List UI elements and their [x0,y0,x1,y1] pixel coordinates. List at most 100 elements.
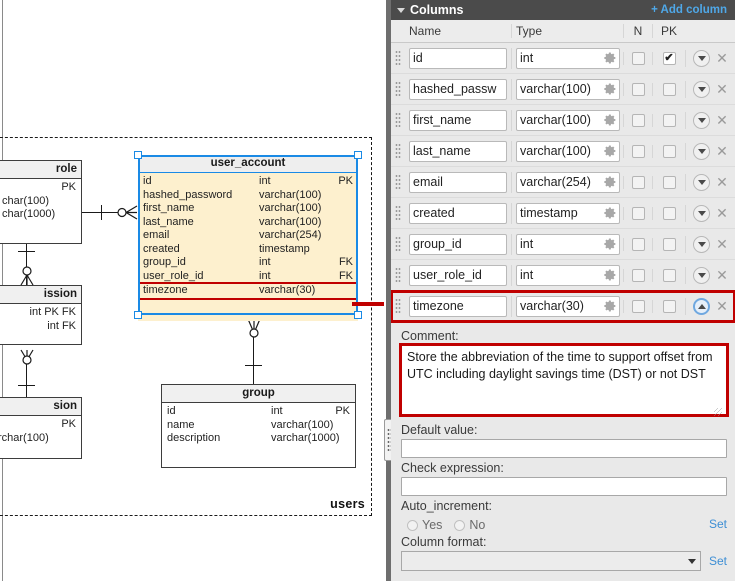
gear-icon[interactable] [604,83,617,96]
column-type-input[interactable]: varchar(100) [516,140,620,162]
column-row-first-name[interactable]: first_name varchar(100) ✕ [391,105,735,136]
check-expression-input[interactable] [401,477,727,496]
pk-checkbox[interactable] [662,113,676,127]
delete-column-button[interactable]: ✕ [716,51,728,65]
expand-row-button[interactable] [693,49,711,67]
expand-row-button[interactable] [693,173,711,191]
column-name-input[interactable]: created [409,202,507,224]
column-name-input[interactable]: id [409,47,507,69]
column-row-hashed-password[interactable]: hashed_passw varchar(100) ✕ [391,74,735,105]
column-name-input[interactable]: last_name [409,140,507,162]
default-value-input[interactable] [401,439,727,458]
drag-handle-icon[interactable] [395,298,401,314]
column-type-input[interactable]: varchar(100) [516,78,620,100]
gear-icon[interactable] [604,207,617,220]
gear-icon[interactable] [604,145,617,158]
chevron-down-icon[interactable] [397,7,405,13]
entity-user-account[interactable]: user_account id int PK hashed_password v… [134,151,362,321]
column-type-input[interactable]: int [516,233,620,255]
drag-handle-icon[interactable] [395,112,401,128]
resize-handle-bottom-left[interactable] [134,311,142,319]
drag-handle-icon[interactable] [395,143,401,159]
entity-group[interactable]: group id int PK name varchar(100) descri… [161,384,356,468]
column-row-created[interactable]: created timestamp ✕ [391,198,735,229]
gear-icon[interactable] [604,269,617,282]
expand-row-button[interactable] [693,111,711,129]
column-row-id[interactable]: id int ✔ ✕ [391,43,735,74]
column-row-timezone[interactable]: timezone varchar(30) ✕ [391,290,735,323]
nullable-checkbox[interactable] [631,51,645,65]
drag-handle-icon[interactable] [395,81,401,97]
erd-canvas[interactable]: users role PK char(100) char(1000) issio… [0,0,384,581]
delete-column-button[interactable]: ✕ [716,113,728,127]
column-row-last-name[interactable]: last_name varchar(100) ✕ [391,136,735,167]
entity-permission[interactable]: ission int PK FK int FK [0,285,82,345]
nullable-checkbox[interactable] [631,175,645,189]
column-row-group-id[interactable]: group_id int ✕ [391,229,735,260]
drag-handle-icon[interactable] [395,174,401,190]
entity-role[interactable]: role PK char(100) char(1000) [0,160,82,244]
resize-handle-top-left[interactable] [134,151,142,159]
pk-checkbox[interactable] [662,237,676,251]
column-format-select[interactable] [401,551,701,571]
column-type-input[interactable]: varchar(254) [516,171,620,193]
pk-checkbox[interactable] [662,268,676,282]
column-row-email[interactable]: email varchar(254) ✕ [391,167,735,198]
drag-handle-icon[interactable] [395,50,401,66]
gear-icon[interactable] [604,300,617,313]
nullable-checkbox[interactable] [631,144,645,158]
gear-icon[interactable] [604,238,617,251]
delete-column-button[interactable]: ✕ [716,299,728,313]
gear-icon[interactable] [604,52,617,65]
nullable-checkbox[interactable] [631,268,645,282]
column-name-input[interactable]: timezone [409,295,507,317]
expand-row-button[interactable] [693,142,711,160]
column-format-set-button[interactable]: Set [709,554,727,568]
expand-row-button[interactable] [693,204,711,222]
column-name-input[interactable]: group_id [409,233,507,255]
column-name-input[interactable]: email [409,171,507,193]
pk-checkbox[interactable]: ✔ [662,51,676,65]
resize-handle-top-right[interactable] [354,151,362,159]
entity-session[interactable]: sion PK rchar(100) [0,397,82,459]
column-type-input[interactable]: varchar(30) [516,295,620,317]
add-column-button[interactable]: + Add column [651,4,727,16]
pk-checkbox[interactable] [662,82,676,96]
pk-checkbox[interactable] [662,175,676,189]
column-name-input[interactable]: user_role_id [409,264,507,286]
collapse-row-button[interactable] [693,297,711,315]
nullable-checkbox[interactable] [631,113,645,127]
nullable-checkbox[interactable] [631,237,645,251]
gear-icon[interactable] [604,114,617,127]
resize-handle-bottom-right[interactable] [354,311,362,319]
column-type-input[interactable]: int [516,264,620,286]
delete-column-button[interactable]: ✕ [716,268,728,282]
auto-increment-set-button[interactable]: Set [709,517,727,531]
delete-column-button[interactable]: ✕ [716,175,728,189]
pk-checkbox[interactable] [662,206,676,220]
pk-checkbox[interactable] [662,144,676,158]
column-name-input[interactable]: hashed_passw [409,78,507,100]
comment-textarea[interactable]: Store the abbreviation of the time to su… [399,343,729,417]
expand-row-button[interactable] [693,235,711,253]
attribute-row-timezone-highlighted[interactable]: timezone varchar(30) [138,282,358,300]
gear-icon[interactable] [604,176,617,189]
column-type-input[interactable]: int [516,47,620,69]
drag-handle-icon[interactable] [395,205,401,221]
expand-row-button[interactable] [693,266,711,284]
pk-checkbox[interactable] [662,299,676,313]
nullable-checkbox[interactable] [631,82,645,96]
expand-row-button[interactable] [693,80,711,98]
delete-column-button[interactable]: ✕ [716,206,728,220]
auto-increment-yes-radio[interactable] [407,519,418,531]
drag-handle-icon[interactable] [395,236,401,252]
column-type-input[interactable]: varchar(100) [516,109,620,131]
auto-increment-no-radio[interactable] [454,519,466,531]
column-name-input[interactable]: first_name [409,109,507,131]
drag-handle-icon[interactable] [395,267,401,283]
delete-column-button[interactable]: ✕ [716,144,728,158]
nullable-checkbox[interactable] [631,206,645,220]
nullable-checkbox[interactable] [631,299,645,313]
delete-column-button[interactable]: ✕ [716,237,728,251]
delete-column-button[interactable]: ✕ [716,82,728,96]
